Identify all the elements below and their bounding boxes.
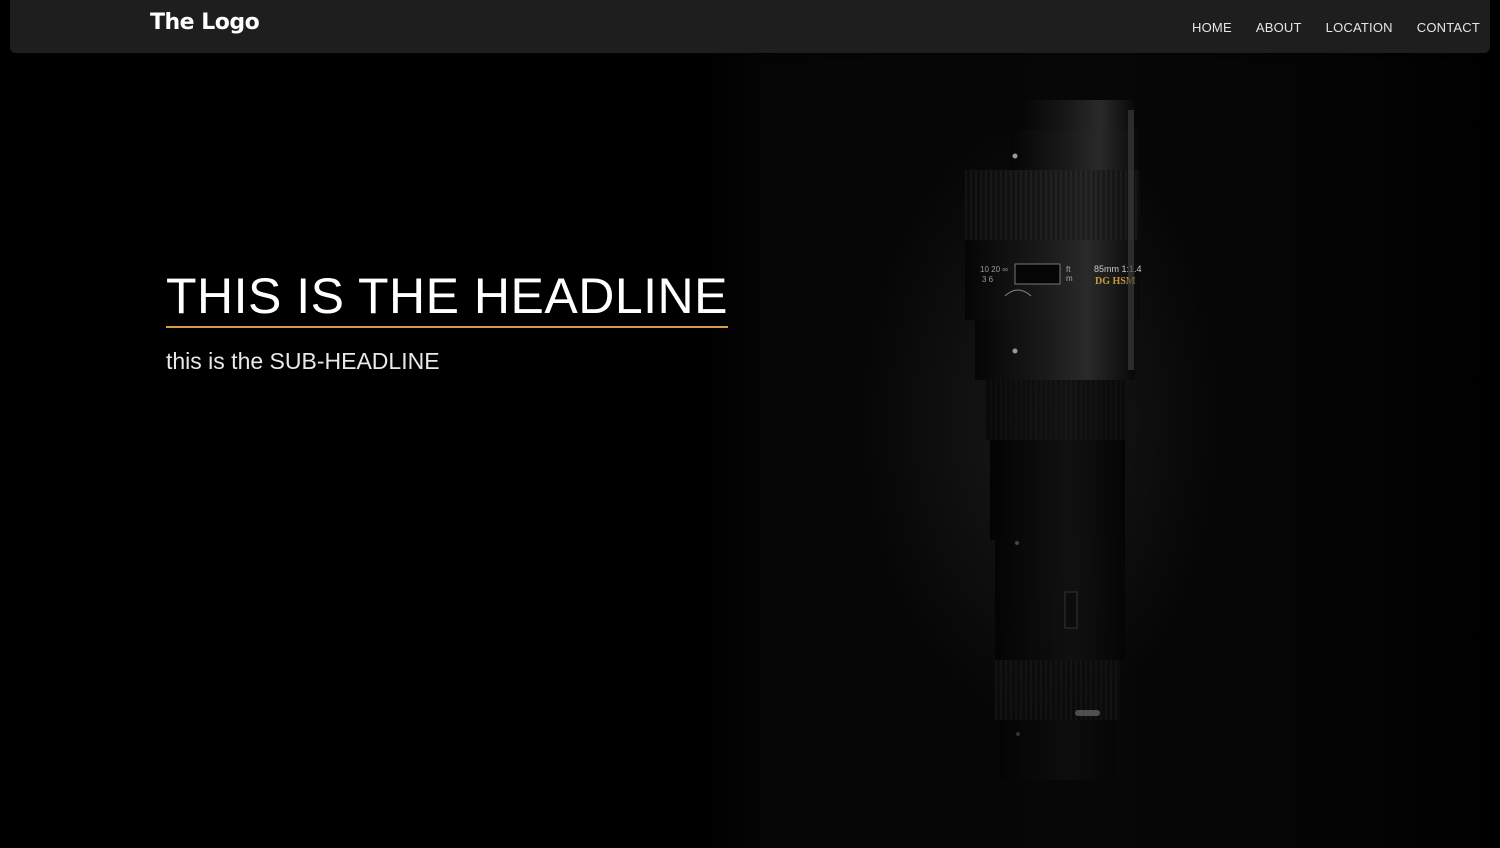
camera-lens-image: 10 20 ∞ 3 6 ft m 85mm 1:1.4 DG HSM bbox=[965, 100, 1142, 780]
top-navbar: The Logo HOME ABOUT LOCATION CONTACT bbox=[10, 0, 1490, 53]
lens-scale-bottom: 3 6 bbox=[982, 275, 994, 284]
hero-text: THIS IS THE HEADLINE this is the SUB-HEA… bbox=[166, 268, 728, 375]
hero-subheadline: this is the SUB-HEADLINE bbox=[166, 348, 440, 374]
lens-unit-m: m bbox=[1066, 274, 1073, 283]
lens-focal-text: 85mm 1:1.4 bbox=[1094, 264, 1142, 274]
logo[interactable]: The Logo bbox=[150, 10, 260, 35]
main-nav: HOME ABOUT LOCATION CONTACT bbox=[1192, 20, 1490, 35]
lens-unit-ft: ft bbox=[1066, 265, 1071, 274]
nav-about-link[interactable]: ABOUT bbox=[1256, 20, 1302, 35]
nav-home-link[interactable]: HOME bbox=[1192, 20, 1232, 35]
hero-headline: THIS IS THE HEADLINE bbox=[166, 268, 728, 328]
lens-scale-top: 10 20 ∞ bbox=[980, 265, 1008, 274]
page: 10 20 ∞ 3 6 ft m 85mm 1:1.4 DG HSM The L… bbox=[0, 0, 1500, 848]
nav-contact-link[interactable]: CONTACT bbox=[1417, 20, 1480, 35]
nav-location-link[interactable]: LOCATION bbox=[1326, 20, 1393, 35]
